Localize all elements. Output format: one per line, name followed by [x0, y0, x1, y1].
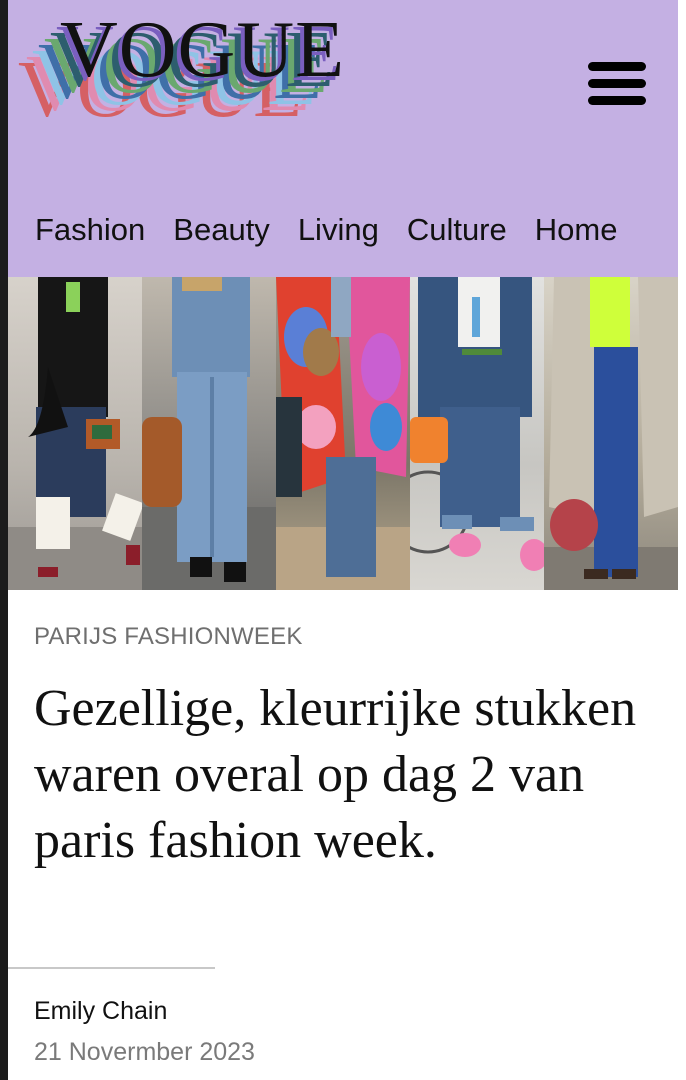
window-edge — [0, 0, 8, 1080]
hamburger-menu-icon[interactable] — [588, 62, 648, 108]
article-headline[interactable]: Gezellige, kleurrijke stukken waren over… — [34, 676, 654, 874]
divider — [8, 967, 215, 969]
nav-item-living[interactable]: Living — [298, 212, 379, 248]
nav-item-home[interactable]: Home — [535, 212, 618, 248]
hero-photo-5 — [544, 277, 678, 590]
hero-photo-4 — [410, 277, 544, 590]
hero-photo-3 — [276, 277, 410, 590]
nav-item-beauty[interactable]: Beauty — [173, 212, 270, 248]
hero-photo-1 — [8, 277, 142, 590]
hero-photo-2 — [142, 277, 276, 590]
article-category[interactable]: PARIJS FASHIONWEEK — [34, 623, 303, 651]
nav-item-culture[interactable]: Culture — [407, 212, 507, 248]
main-nav: Fashion Beauty Living Culture Home — [35, 212, 617, 248]
window-edge-right — [678, 0, 686, 1080]
vogue-logo[interactable]: VOGUE VOGUE VOGUE VOGUE VOGUE VOGUE VOGU… — [8, 0, 388, 140]
article-date: 21 Novermber 2023 — [34, 1038, 255, 1066]
site-header: VOGUE VOGUE VOGUE VOGUE VOGUE VOGUE VOGU… — [8, 0, 678, 277]
hero-image-collage[interactable] — [8, 277, 678, 590]
logo-wordmark: VOGUE — [60, 6, 345, 94]
nav-item-fashion[interactable]: Fashion — [35, 212, 145, 248]
article-author[interactable]: Emily Chain — [34, 997, 167, 1026]
